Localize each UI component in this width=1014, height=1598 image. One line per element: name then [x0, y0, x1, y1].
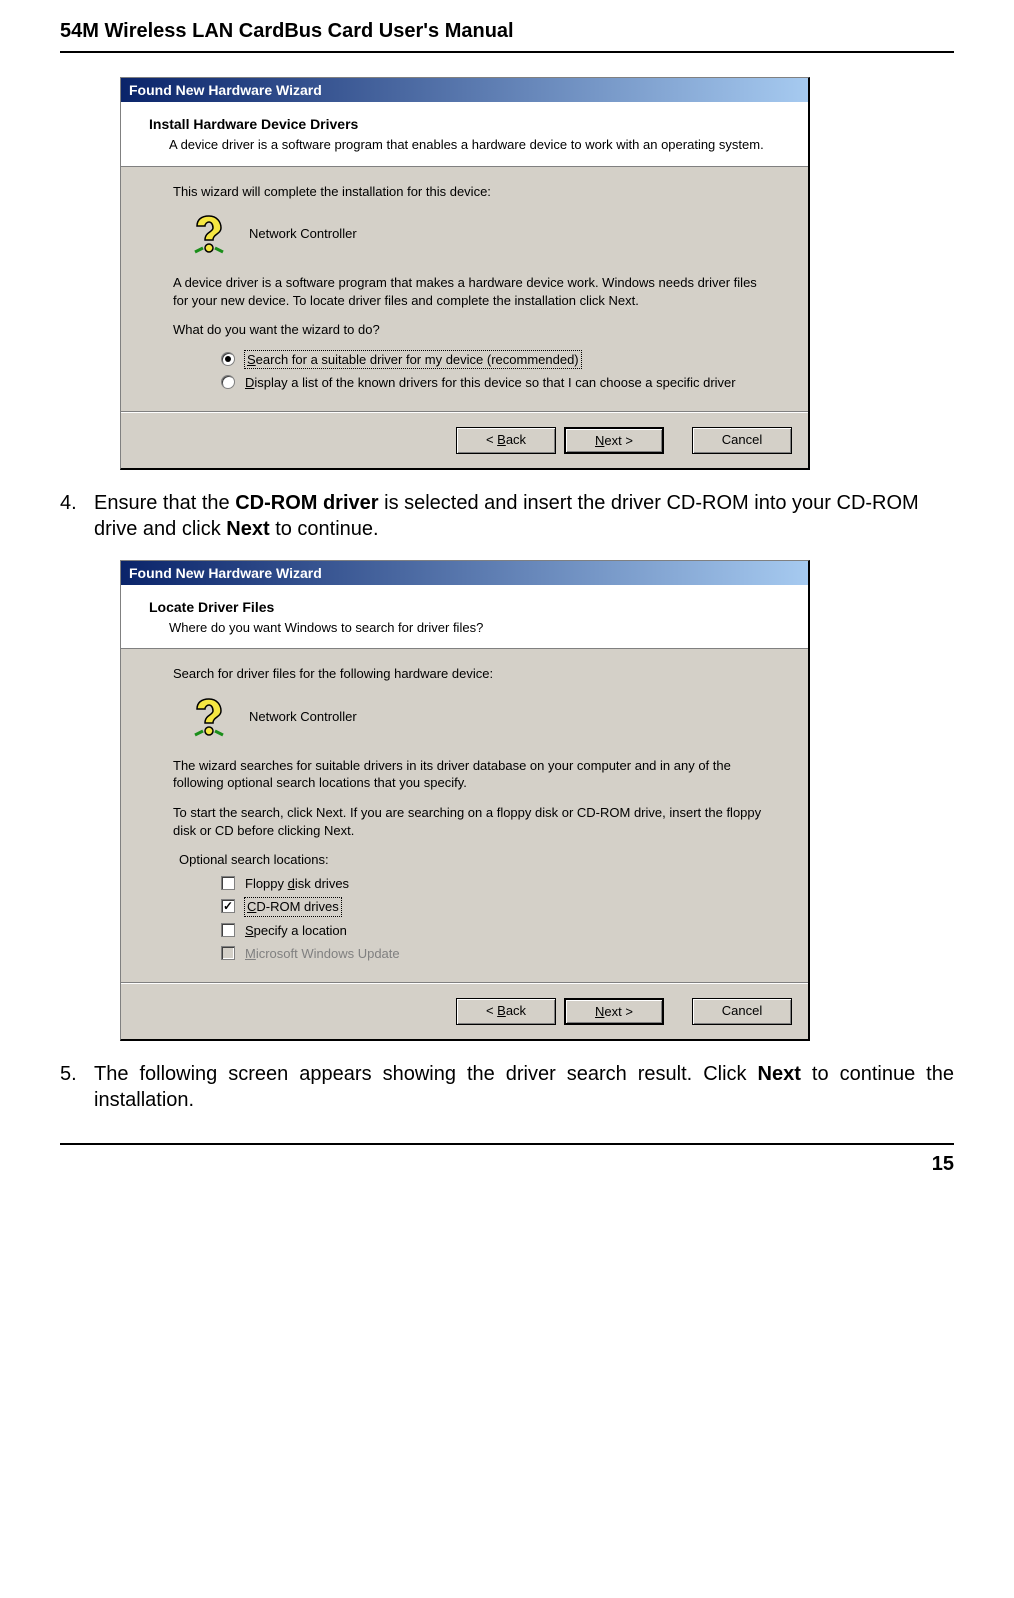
checkbox-label: Specify a location — [245, 922, 347, 940]
wizard-dialog-2: Found New Hardware Wizard Locate Driver … — [120, 560, 810, 1041]
dialog-heading: Locate Driver Files — [149, 599, 780, 615]
intro-text: This wizard will complete the installati… — [173, 183, 768, 201]
dialog-header-panel: Locate Driver Files Where do you want Wi… — [121, 585, 808, 650]
screenshot-2: Found New Hardware Wizard Locate Driver … — [120, 560, 954, 1041]
options-label: Optional search locations: — [179, 851, 768, 869]
cancel-button[interactable]: Cancel — [692, 427, 792, 454]
device-row: Network Controller — [187, 695, 768, 739]
dialog-subheading: Where do you want Windows to search for … — [169, 619, 780, 637]
checkbox-floppy[interactable]: Floppy disk drives — [221, 875, 768, 893]
screenshot-1: Found New Hardware Wizard Install Hardwa… — [120, 77, 954, 470]
radio-option-display[interactable]: Display a list of the known drivers for … — [221, 374, 768, 392]
radio-group: Search for a suitable driver for my devi… — [221, 351, 768, 392]
checkbox-cdrom[interactable]: CD-ROM drives — [221, 898, 768, 916]
question-icon — [187, 695, 231, 739]
checkbox-windows-update: Microsoft Windows Update — [221, 945, 768, 963]
dialog-subheading: A device driver is a software program th… — [169, 136, 780, 154]
step-text: The following screen appears showing the… — [94, 1061, 954, 1113]
checkbox-label: CD-ROM drives — [245, 898, 341, 916]
back-button[interactable]: < Back — [456, 427, 556, 454]
checkbox-label: Floppy disk drives — [245, 875, 349, 893]
checkbox-checked-icon — [221, 899, 235, 913]
description-1: The wizard searches for suitable drivers… — [173, 757, 768, 792]
cancel-button[interactable]: Cancel — [692, 998, 792, 1025]
description-2: To start the search, click Next. If you … — [173, 804, 768, 839]
step-number: 5. — [60, 1061, 94, 1113]
checkbox-group: Floppy disk drives CD-ROM drives Specify… — [221, 875, 768, 963]
checkbox-specify[interactable]: Specify a location — [221, 922, 768, 940]
radio-label: Display a list of the known drivers for … — [245, 374, 736, 392]
dialog-button-row: < Back Next > Cancel — [121, 412, 808, 468]
dialog-button-row: < Back Next > Cancel — [121, 983, 808, 1039]
dialog-titlebar: Found New Hardware Wizard — [121, 78, 808, 102]
step-4: 4. Ensure that the CD-ROM driver is sele… — [60, 490, 954, 542]
description-text: A device driver is a software program th… — [173, 274, 768, 309]
question-icon — [187, 212, 231, 256]
prompt-text: What do you want the wizard to do? — [173, 321, 768, 339]
checkbox-unchecked-icon — [221, 923, 235, 937]
step-5: 5. The following screen appears showing … — [60, 1061, 954, 1113]
checkbox-label-disabled: Microsoft Windows Update — [245, 945, 400, 963]
document-header: 54M Wireless LAN CardBus Card User's Man… — [60, 20, 954, 53]
checkbox-unchecked-icon — [221, 876, 235, 890]
dialog-header-panel: Install Hardware Device Drivers A device… — [121, 102, 808, 167]
wizard-dialog-1: Found New Hardware Wizard Install Hardwa… — [120, 77, 810, 470]
checkbox-disabled-icon — [221, 946, 235, 960]
dialog-body: Search for driver files for the followin… — [121, 649, 808, 982]
radio-option-search[interactable]: Search for a suitable driver for my devi… — [221, 351, 768, 369]
next-button[interactable]: Next > — [564, 427, 664, 454]
intro-text: Search for driver files for the followin… — [173, 665, 768, 683]
next-button[interactable]: Next > — [564, 998, 664, 1025]
step-text: Ensure that the CD-ROM driver is selecte… — [94, 490, 954, 542]
dialog-heading: Install Hardware Device Drivers — [149, 116, 780, 132]
dialog-titlebar: Found New Hardware Wizard — [121, 561, 808, 585]
radio-checked-icon — [221, 352, 235, 366]
device-row: Network Controller — [187, 212, 768, 256]
device-name: Network Controller — [249, 225, 357, 243]
dialog-body: This wizard will complete the installati… — [121, 167, 808, 412]
page-number: 15 — [60, 1143, 954, 1176]
device-name: Network Controller — [249, 708, 357, 726]
radio-label: Search for a suitable driver for my devi… — [245, 351, 581, 369]
radio-unchecked-icon — [221, 375, 235, 389]
step-number: 4. — [60, 490, 94, 542]
back-button[interactable]: < Back — [456, 998, 556, 1025]
